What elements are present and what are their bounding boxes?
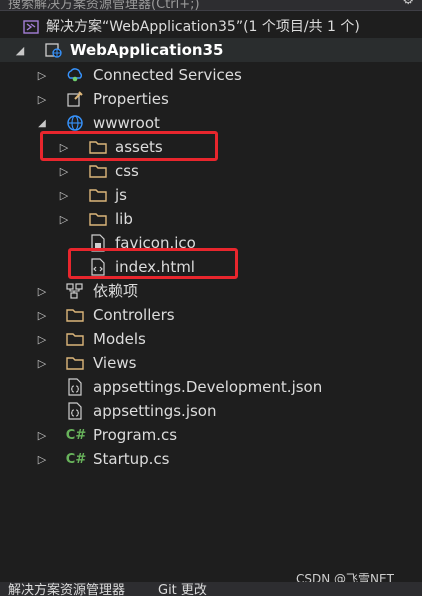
wrench-icon [66, 90, 84, 108]
csharp-file-icon: C# [65, 451, 87, 467]
folder-icon [89, 186, 107, 204]
solution-label: 解决方案“WebApplication35”(1 个项目/共 1 个) [46, 19, 360, 35]
project-label: WebApplication35 [70, 41, 224, 59]
json-file-icon [66, 378, 84, 396]
solution-icon [22, 18, 40, 36]
tree-row-models[interactable]: ▷ Models [0, 327, 422, 351]
tree-item-label: Program.cs [93, 426, 178, 444]
search-bar[interactable]: 搜索解决方案资源管理器(Ctrl+;) ⚙ [0, 0, 422, 11]
tree-row-views[interactable]: ▷ Views [0, 351, 422, 375]
tab-git-changes[interactable]: Git 更改 [158, 583, 207, 596]
tree-row-startup-cs[interactable]: ▷ C# Startup.cs [0, 447, 422, 471]
tree-item-label: Properties [93, 90, 169, 108]
tree-item-label: Controllers [93, 306, 175, 324]
collapse-arrow-icon[interactable]: ◢ [12, 38, 28, 62]
dependencies-icon [66, 282, 84, 300]
tree-item-label: lib [115, 210, 133, 228]
tree-item-label: Startup.cs [93, 450, 170, 468]
tree-row-js[interactable]: ▷ js [0, 183, 422, 207]
bottom-tab-bar: 解决方案资源管理器 Git 更改 [0, 582, 422, 596]
expand-arrow-icon[interactable]: ▷ [34, 351, 50, 375]
tree-row-controllers[interactable]: ▷ Controllers [0, 303, 422, 327]
json-file-icon [66, 402, 84, 420]
search-input[interactable]: 搜索解决方案资源管理器(Ctrl+;) [8, 0, 200, 10]
tree-item-label: css [115, 162, 139, 180]
tree-item-label: appsettings.Development.json [93, 378, 323, 396]
folder-icon [89, 210, 107, 228]
highlight-box-assets [40, 131, 218, 161]
expand-arrow-icon[interactable]: ▷ [56, 207, 72, 231]
tree-item-label: Connected Services [93, 66, 242, 84]
globe-icon [66, 114, 84, 132]
expand-arrow-icon[interactable]: ▷ [34, 423, 50, 447]
tab-solution-explorer[interactable]: 解决方案资源管理器 [8, 583, 125, 596]
expand-arrow-icon[interactable]: ▷ [34, 327, 50, 351]
expand-arrow-icon[interactable]: ▷ [56, 183, 72, 207]
tree-row-dependencies[interactable]: ▷ 依赖项 [0, 279, 422, 303]
folder-icon [66, 306, 84, 324]
tree-row-solution[interactable]: 解决方案“WebApplication35”(1 个项目/共 1 个) [0, 15, 422, 39]
expand-arrow-icon[interactable]: ▷ [34, 447, 50, 471]
tree-item-label: js [115, 186, 127, 204]
connected-services-icon [66, 66, 84, 84]
tree-item-label: Views [93, 354, 137, 372]
csharp-file-icon: C# [65, 427, 87, 443]
tree-row-appsettings-development[interactable]: appsettings.Development.json [0, 375, 422, 399]
tree-row-css[interactable]: ▷ css [0, 159, 422, 183]
tree-row-project[interactable]: ◢ WebApplication35 [0, 38, 422, 62]
tree-row-properties[interactable]: ▷ Properties [0, 87, 422, 111]
tree-item-label: wwwroot [93, 114, 160, 132]
tree-item-label: appsettings.json [93, 402, 217, 420]
expand-arrow-icon[interactable]: ▷ [34, 279, 50, 303]
tree-row-lib[interactable]: ▷ lib [0, 207, 422, 231]
expand-arrow-icon[interactable]: ▷ [34, 63, 50, 87]
expand-arrow-icon[interactable]: ▷ [34, 303, 50, 327]
expand-arrow-icon[interactable]: ▷ [56, 159, 72, 183]
tree-item-label: Models [93, 330, 146, 348]
folder-icon [66, 330, 84, 348]
folder-icon [66, 354, 84, 372]
tree-row-appsettings[interactable]: appsettings.json [0, 399, 422, 423]
tree-item-label: 依赖项 [93, 282, 139, 300]
tree-row-connected-services[interactable]: ▷ Connected Services [0, 63, 422, 87]
highlight-box-index-html [68, 248, 238, 279]
search-options-icon[interactable]: ⚙ [402, 0, 414, 8]
folder-icon [89, 162, 107, 180]
project-icon [44, 41, 62, 59]
tree-row-program-cs[interactable]: ▷ C# Program.cs [0, 423, 422, 447]
expand-arrow-icon[interactable]: ▷ [34, 87, 50, 111]
